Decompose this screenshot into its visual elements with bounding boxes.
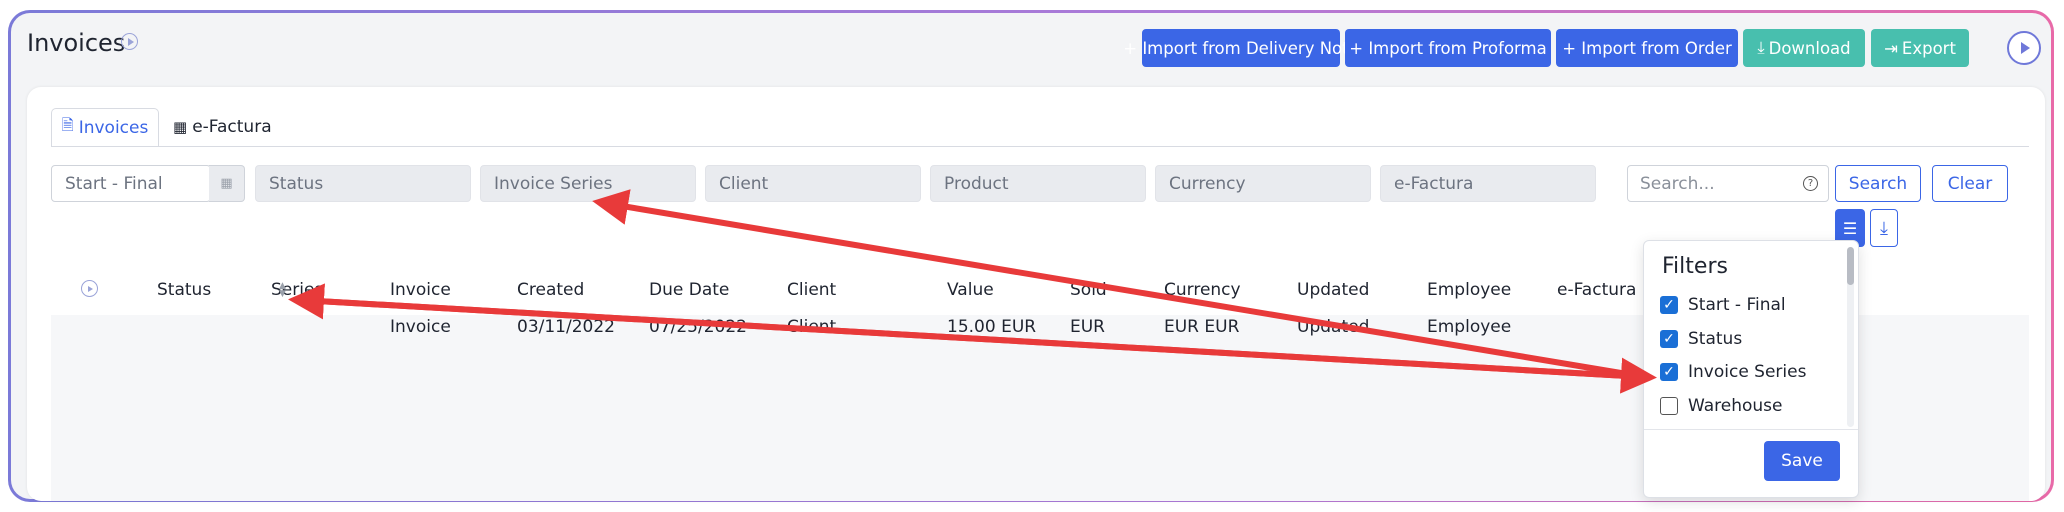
- annotation-arrow: [592, 189, 1648, 380]
- annotation-arrows: [288, 189, 1657, 394]
- annotation-arrow: [297, 297, 1657, 394]
